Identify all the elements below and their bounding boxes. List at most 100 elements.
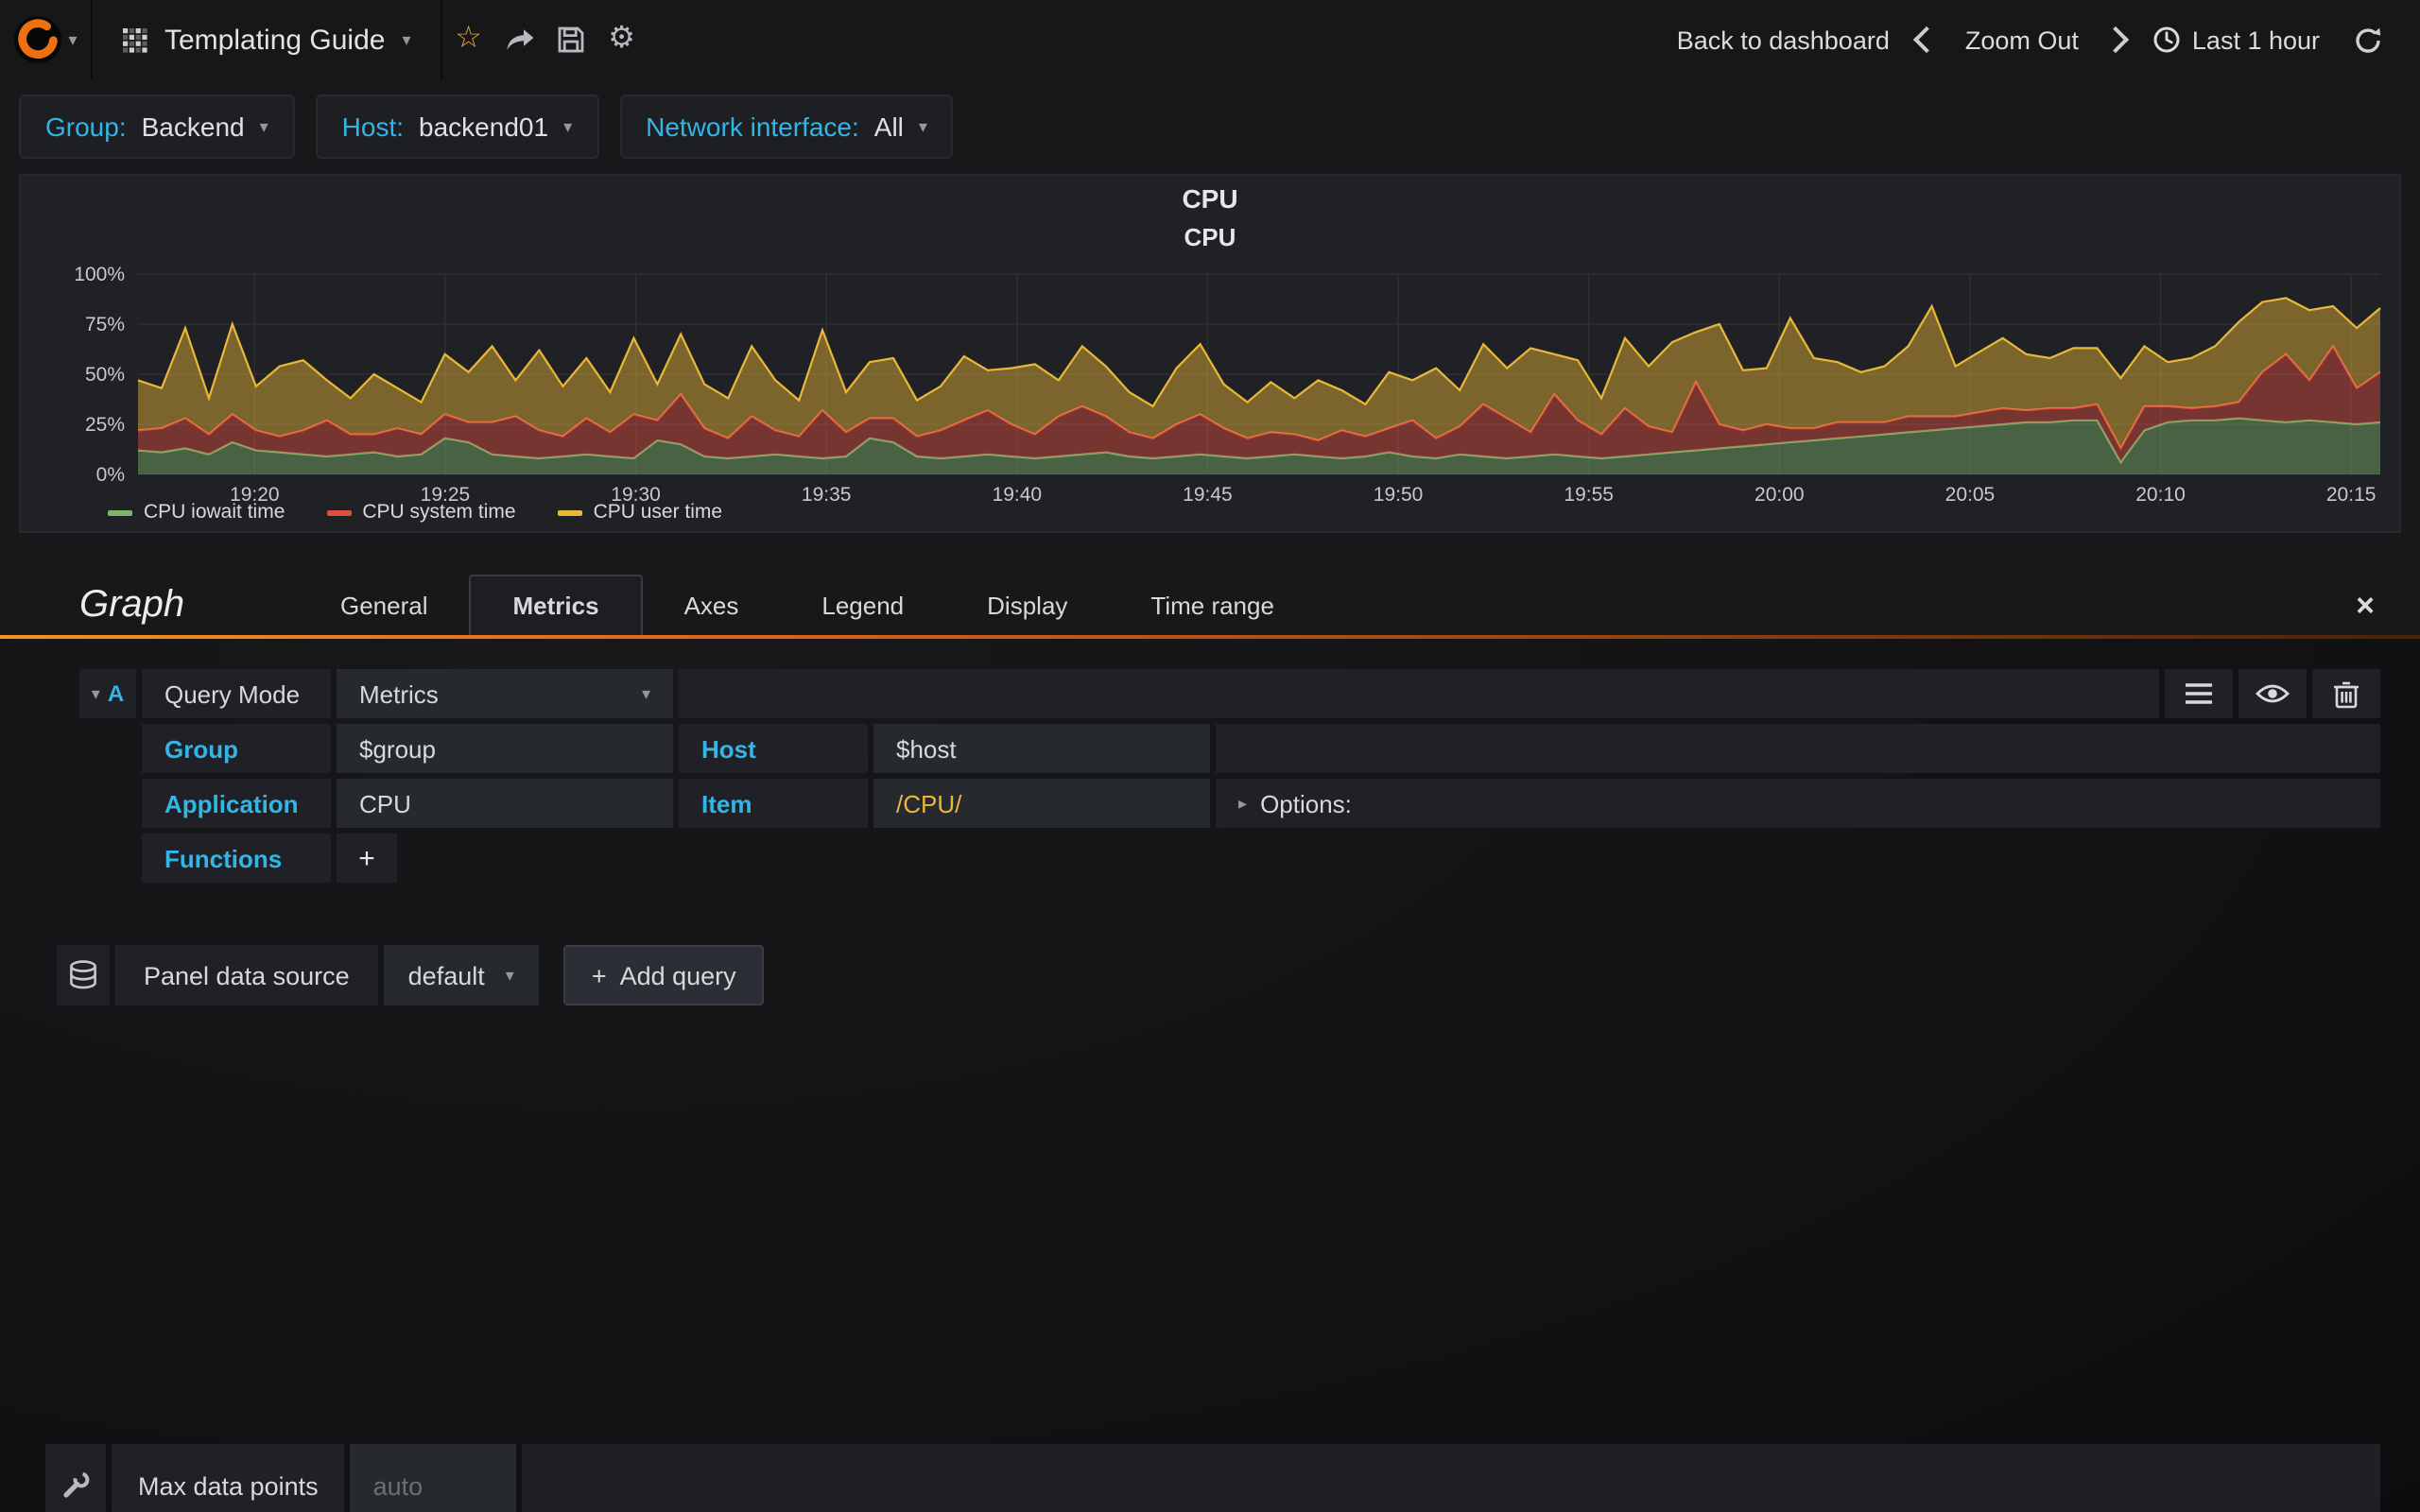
query-delete-button[interactable]	[2312, 669, 2380, 718]
database-icon	[70, 960, 96, 989]
settings-row-filler	[522, 1444, 2380, 1512]
dashboard-picker[interactable]: Templating Guide ▾	[93, 0, 443, 79]
legend-item[interactable]: CPU system time	[326, 501, 516, 524]
time-range-button[interactable]: Last 1 hour	[2154, 26, 2320, 54]
caret-down-icon: ▾	[641, 683, 650, 702]
row-indent	[79, 724, 136, 773]
dashboard-grid-icon	[123, 27, 147, 52]
add-query-label: Add query	[619, 961, 736, 989]
variable-netif-dropdown[interactable]: Network interface: All ▾	[619, 94, 954, 159]
legend-color-dash	[326, 509, 352, 515]
row-filler	[679, 669, 2159, 718]
legend-item[interactable]: CPU iowait time	[108, 501, 285, 524]
star-button[interactable]: ☆	[443, 0, 494, 79]
legend-item[interactable]: CPU user time	[557, 501, 722, 524]
grafana-menu-button[interactable]: ▾	[0, 0, 93, 79]
options-toggle[interactable]: ▸ Options:	[1216, 779, 2380, 828]
star-icon: ☆	[455, 23, 482, 55]
variable-label: Group:	[45, 112, 127, 142]
tab-time-range[interactable]: Time range	[1109, 576, 1316, 635]
legend-color-dash	[557, 509, 582, 515]
share-button[interactable]	[494, 0, 545, 79]
zoom-out-button[interactable]: Zoom Out	[1965, 26, 2079, 54]
max-data-points-input[interactable]: auto	[350, 1444, 517, 1512]
query-row-group-host: Group $group Host $host	[79, 724, 2380, 773]
functions-label: Functions	[142, 833, 331, 883]
row-indent	[79, 779, 136, 828]
chart-legend: CPU iowait time CPU system time CPU user t…	[108, 501, 722, 524]
y-tick-label: 0%	[96, 464, 125, 486]
row-filler	[403, 833, 2380, 883]
variable-value: Backend	[141, 112, 245, 142]
x-tick-label: 19:45	[1183, 484, 1233, 506]
datasource-label: Panel data source	[115, 945, 378, 1005]
variable-host-dropdown[interactable]: Host: backend01 ▾	[315, 94, 599, 159]
cpu-graph-panel: CPU CPU 0% 25% 50% 75% 100% 19:20 19:25 19:30 19…	[19, 174, 2401, 533]
variable-label: Host:	[341, 112, 405, 142]
query-toggle-visibility-button[interactable]	[2238, 669, 2307, 718]
caret-down-icon: ▾	[918, 116, 927, 135]
wrench-icon	[63, 1471, 90, 1498]
caret-down-icon: ▾	[68, 29, 78, 48]
group-label: Group	[142, 724, 331, 773]
query-ref-label: A	[107, 680, 125, 707]
x-tick-label: 20:00	[1754, 484, 1805, 506]
caret-right-icon: ▸	[1238, 793, 1248, 812]
query-mode-value: Metrics	[359, 679, 439, 708]
panel-type-title: Graph	[79, 584, 185, 626]
y-tick-label: 75%	[85, 314, 125, 335]
x-tick-label: 19:40	[993, 484, 1043, 506]
refresh-button[interactable]	[2348, 0, 2386, 79]
query-mode-label: Query Mode	[142, 669, 331, 718]
x-tick-label: 20:05	[1945, 484, 1996, 506]
variable-value: All	[873, 112, 904, 142]
tab-legend[interactable]: Legend	[780, 576, 945, 635]
settings-button[interactable]: ⚙	[596, 0, 648, 79]
x-tick-label: 19:35	[802, 484, 852, 506]
tab-display[interactable]: Display	[945, 576, 1109, 635]
settings-iconbox	[45, 1444, 106, 1512]
query-mode-dropdown[interactable]: Metrics ▾	[337, 669, 673, 718]
trash-icon	[2334, 681, 2359, 709]
plus-icon: +	[591, 961, 607, 989]
tab-axes[interactable]: Axes	[643, 576, 781, 635]
datasource-dropdown[interactable]: default ▾	[383, 945, 539, 1005]
group-input[interactable]: $group	[337, 724, 673, 773]
row-filler	[1216, 724, 2380, 773]
datasource-iconbox	[57, 945, 110, 1005]
max-data-points-label: Max data points	[112, 1444, 345, 1512]
gear-icon: ⚙	[608, 23, 635, 55]
query-row-functions: Functions +	[79, 833, 2380, 883]
x-tick-label: 20:10	[2135, 484, 2186, 506]
chevron-left-icon[interactable]	[1913, 26, 1941, 54]
row-indent	[79, 833, 136, 883]
x-tick-label: 19:55	[1564, 484, 1614, 506]
navbar-right: Back to dashboard Zoom Out Last 1 hour	[1677, 0, 2420, 79]
close-editor-icon[interactable]: ×	[2356, 590, 2375, 622]
grafana-flame-icon	[14, 16, 62, 63]
datasource-value: default	[407, 961, 485, 989]
caret-down-icon: ▾	[259, 116, 268, 135]
datasource-row: Panel data source default ▾ + Add query	[57, 945, 770, 1005]
refresh-icon	[2355, 26, 2380, 52]
save-button[interactable]	[545, 0, 596, 79]
host-input[interactable]: $host	[873, 724, 1210, 773]
query-row-application-item: Application CPU Item /CPU/ ▸ Options:	[79, 779, 2380, 828]
variable-group-dropdown[interactable]: Group: Backend ▾	[19, 94, 295, 159]
back-to-dashboard-link[interactable]: Back to dashboard	[1677, 26, 1890, 54]
query-collapse-button[interactable]: ▾ A	[79, 669, 136, 718]
tab-general[interactable]: General	[299, 576, 470, 635]
add-function-button[interactable]: +	[337, 833, 397, 883]
item-input[interactable]: /CPU/	[873, 779, 1210, 828]
add-query-button[interactable]: + Add query	[562, 945, 765, 1005]
editor-tabs: General Metrics Axes Legend Display Time…	[299, 575, 1316, 635]
caret-down-icon: ▾	[91, 683, 100, 702]
chevron-right-icon[interactable]	[2102, 26, 2131, 54]
hamburger-icon	[2186, 683, 2212, 704]
application-input[interactable]: CPU	[337, 779, 673, 828]
item-label: Item	[679, 779, 868, 828]
cpu-chart-plot[interactable]: 0%25%50%75%100%19:20 19:25 19:30 19:35 19:40…	[21, 176, 2399, 531]
query-menu-button[interactable]	[2165, 669, 2233, 718]
tab-metrics[interactable]: Metrics	[469, 575, 643, 635]
variable-value: backend01	[419, 112, 549, 142]
